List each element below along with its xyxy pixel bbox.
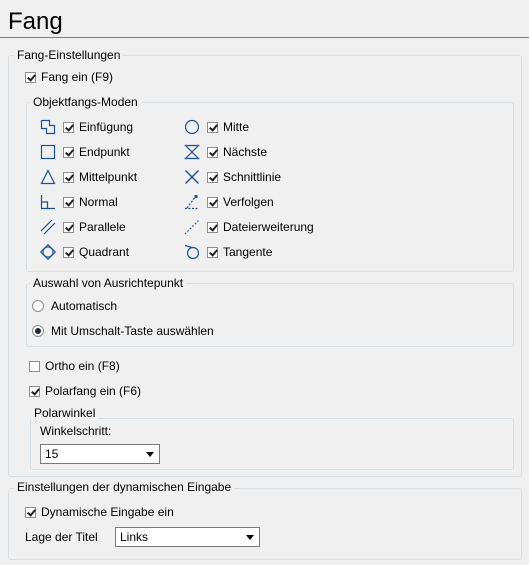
alignment-legend: Auswahl von Ausrichtepunkt (30, 276, 187, 290)
quadrant-icon (40, 244, 56, 260)
mode-label: Mitte (223, 120, 250, 134)
mode-label: Mittelpunkt (79, 170, 138, 184)
mode-label: Parallele (79, 220, 126, 234)
checkbox-box[interactable] (207, 121, 218, 133)
snap-enable-checkbox[interactable]: Fang ein (F9) (25, 69, 113, 85)
alignment-option-shift[interactable]: Mit Umschalt-Taste auswählen (32, 323, 214, 339)
mode-label: Dateierweiterung (223, 220, 314, 234)
angle-step-label: Winkelschritt: (40, 424, 112, 438)
checkbox-box[interactable] (207, 221, 218, 233)
endpoint-icon (40, 144, 56, 160)
tracking-icon (185, 195, 199, 210)
radio-button[interactable] (32, 300, 44, 312)
title-position-label: Lage der Titel (25, 530, 98, 544)
mode-label: Endpunkt (79, 145, 130, 159)
mode-perpendicular[interactable]: Normal (40, 194, 118, 210)
dynamic-input-group (8, 488, 522, 560)
ortho-checkbox[interactable]: Ortho ein (F8) (29, 358, 120, 374)
checkbox-box[interactable] (29, 360, 40, 372)
radio-label: Mit Umschalt-Taste auswählen (51, 324, 214, 338)
insertion-icon (40, 119, 56, 135)
checkbox-box[interactable] (29, 385, 40, 397)
mode-endpoint[interactable]: Endpunkt (40, 144, 130, 160)
intersection-icon (185, 170, 199, 184)
extension-icon (184, 219, 200, 235)
mode-label: Schnittlinie (223, 170, 282, 184)
checkbox-box[interactable] (63, 171, 74, 183)
checkbox-box[interactable] (63, 146, 74, 158)
tangent-icon (184, 244, 200, 260)
center-icon (184, 119, 200, 135)
chevron-down-icon (146, 452, 154, 457)
checkbox-box[interactable] (207, 196, 218, 208)
checkbox-box[interactable] (25, 506, 36, 518)
angle-step-value: 15 (45, 447, 59, 461)
mode-intersection[interactable]: Schnittlinie (184, 169, 281, 185)
chevron-down-icon (246, 535, 254, 540)
title-position-select[interactable]: Links (115, 527, 260, 547)
snap-settings-legend: Fang-Einstellungen (14, 48, 124, 62)
perpendicular-icon (40, 195, 55, 210)
mode-center[interactable]: Mitte (184, 119, 249, 135)
mode-label: Nächste (223, 145, 268, 159)
title-position-value: Links (120, 530, 149, 544)
mode-quadrant[interactable]: Quadrant (40, 244, 129, 260)
polar-label: Polarfang ein (F6) (45, 384, 142, 398)
checkbox-box[interactable] (63, 196, 74, 208)
checkbox-box[interactable] (63, 121, 74, 133)
mode-tracking[interactable]: Verfolgen (184, 194, 274, 210)
mode-midpoint[interactable]: Mittelpunkt (40, 169, 137, 185)
alignment-option-automatic[interactable]: Automatisch (32, 298, 117, 314)
snap-modes-legend: Objektfangs-Moden (30, 95, 141, 109)
angle-step-select[interactable]: 15 (40, 444, 160, 464)
checkbox-box[interactable] (63, 246, 74, 258)
mode-label: Tangente (223, 245, 273, 259)
checkbox-box[interactable] (63, 221, 74, 233)
snap-enable-label: Fang ein (F9) (41, 70, 114, 84)
mode-parallel[interactable]: Parallele (40, 219, 126, 235)
checkbox-box[interactable] (207, 146, 218, 158)
dynamic-input-label: Dynamische Eingabe ein (41, 505, 174, 519)
checkbox-box[interactable] (207, 171, 218, 183)
radio-label: Automatisch (51, 299, 118, 313)
nearest-icon (184, 144, 200, 160)
mode-insertion[interactable]: Einfügung (40, 119, 133, 135)
page-title: Fang (8, 8, 63, 35)
ortho-label: Ortho ein (F8) (45, 359, 120, 373)
mode-label: Verfolgen (223, 195, 274, 209)
checkbox-box[interactable] (25, 71, 36, 83)
dynamic-input-checkbox[interactable]: Dynamische Eingabe ein (25, 504, 174, 520)
parallel-icon (40, 219, 56, 235)
polar-checkbox[interactable]: Polarfang ein (F6) (29, 383, 141, 399)
dynamic-input-legend: Einstellungen der dynamischen Eingabe (14, 480, 235, 494)
mode-label: Einfügung (79, 120, 134, 134)
title-divider (0, 37, 529, 38)
polar-angle-legend: Polarwinkel (31, 406, 99, 420)
mode-label: Quadrant (79, 245, 130, 259)
mode-tangent[interactable]: Tangente (184, 244, 272, 260)
radio-button[interactable] (32, 325, 44, 337)
checkbox-box[interactable] (207, 246, 218, 258)
midpoint-icon (40, 169, 56, 185)
mode-extension[interactable]: Dateierweiterung (184, 219, 314, 235)
mode-nearest[interactable]: Nächste (184, 144, 267, 160)
mode-label: Normal (79, 195, 118, 209)
